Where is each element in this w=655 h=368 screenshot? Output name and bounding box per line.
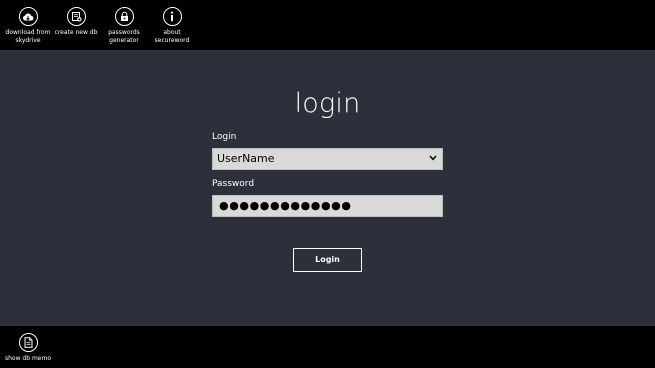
show-db-memo-label: show db memo (5, 355, 51, 362)
login-label: Login (212, 132, 237, 142)
login-button[interactable]: Login (293, 248, 362, 272)
cloud-download-icon (18, 7, 38, 26)
login-select[interactable]: UserName (212, 148, 443, 170)
top-app-bar: download from skydrive create new db pas… (0, 0, 655, 50)
password-field[interactable]: ●●●●●●●●●●●●● (212, 195, 443, 217)
show-db-memo-button[interactable]: show db memo (0, 326, 58, 368)
chevron-down-icon (429, 155, 437, 161)
info-icon (162, 7, 182, 26)
about-secureword-button[interactable]: about secureword (142, 0, 202, 50)
password-generator-icon (114, 7, 134, 26)
password-label: Password (212, 179, 255, 189)
new-database-icon (66, 7, 86, 26)
about-secureword-label: about secureword (154, 29, 190, 44)
login-panel: login Login UserName Password ●●●●●●●●●●… (0, 50, 655, 326)
bottom-app-bar: show db memo (0, 326, 655, 368)
memo-document-icon (18, 333, 38, 352)
page-title: login (294, 88, 361, 119)
login-select-value: UserName (217, 152, 275, 165)
